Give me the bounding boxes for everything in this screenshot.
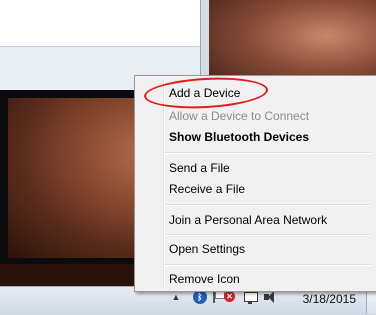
bluetooth-icon[interactable]: ᛒ — [193, 290, 207, 304]
speaker-cone — [268, 291, 274, 303]
action-center-flag-icon[interactable] — [211, 290, 225, 304]
network-monitor-icon[interactable] — [243, 290, 258, 304]
error-badge-icon: ✕ — [224, 291, 235, 302]
monitor-base — [248, 302, 252, 304]
show-hidden-icons-arrow[interactable]: ▲ — [169, 290, 183, 304]
menu-separator — [165, 234, 371, 236]
menu-item-open-settings[interactable]: Open Settings — [169, 239, 245, 259]
menu-item-join-pan[interactable]: Join a Personal Area Network — [169, 210, 327, 230]
speaker-icon[interactable] — [263, 290, 277, 304]
bluetooth-context-menu: Add a Device Allow a Device to Connect S… — [134, 75, 376, 292]
menu-item-show-bluetooth-devices[interactable]: Show Bluetooth Devices — [169, 127, 309, 147]
menu-item-receive-file[interactable]: Receive a File — [169, 179, 245, 199]
background-window-content — [0, 0, 200, 47]
menu-separator — [165, 152, 371, 154]
menu-item-remove-icon[interactable]: Remove Icon — [169, 269, 240, 289]
menu-separator — [165, 264, 371, 266]
menu-item-allow-device: Allow a Device to Connect — [169, 109, 310, 123]
monitor-screen — [244, 292, 258, 302]
menu-item-send-file[interactable]: Send a File — [169, 158, 230, 178]
menu-separator — [165, 204, 371, 206]
taskbar-date[interactable]: 3/18/2015 — [300, 292, 356, 306]
